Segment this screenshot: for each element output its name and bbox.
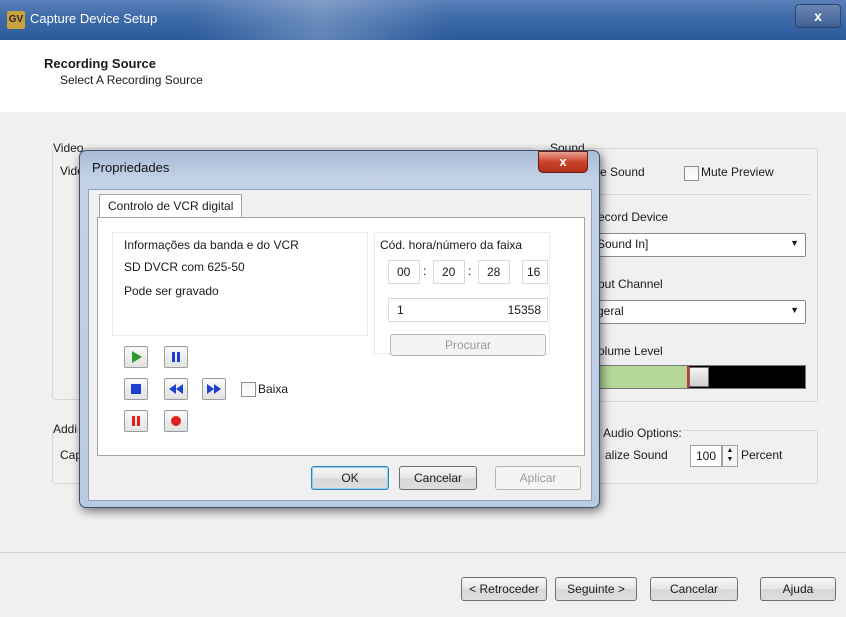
record-pause-icon	[132, 416, 140, 426]
stop-icon	[131, 384, 141, 394]
cancel-button[interactable]: Cancelar	[650, 577, 738, 601]
timecode-seconds: 28	[487, 265, 501, 279]
stop-button[interactable]	[124, 378, 148, 400]
tab-panel: Informações da banda e do VCR SD DVCR co…	[97, 217, 585, 456]
timecode-frames: 16	[527, 265, 541, 279]
apply-button[interactable]: Aplicar	[495, 466, 581, 490]
timecode-separator: :	[423, 264, 427, 278]
additional-group-label: Addi	[53, 422, 78, 436]
timecode-minutes-box: 20	[433, 260, 465, 284]
volume-fill	[591, 366, 689, 388]
page-subtitle: Select A Recording Source	[60, 73, 203, 87]
fast-forward-button[interactable]	[202, 378, 226, 400]
tape-info-heading: Informações da banda e do VCR	[124, 238, 299, 252]
device-name: SD DVCR com 625-50	[124, 260, 245, 274]
track-number-box: 1 15358	[388, 298, 548, 322]
rewind-button[interactable]	[164, 378, 188, 400]
low-speed-label: Baixa	[258, 382, 289, 396]
search-button[interactable]: Procurar	[390, 334, 546, 356]
title-glass-decoration	[190, 0, 450, 40]
next-button[interactable]: Seguinte >	[555, 577, 637, 601]
dialog-title: Propriedades	[92, 160, 170, 175]
chevron-down-icon: ▼	[790, 305, 799, 315]
back-button[interactable]: < Retroceder	[461, 577, 547, 601]
record-pause-button[interactable]	[124, 410, 148, 432]
mute-preview-checkbox[interactable]	[684, 166, 699, 181]
input-channel-value: geral	[597, 304, 624, 318]
sound-divider	[594, 194, 810, 195]
chevron-down-icon: ▼	[790, 238, 799, 248]
percent-input[interactable]: 100	[690, 445, 722, 467]
audio-options-label: Audio Options:	[603, 426, 682, 440]
play-button[interactable]	[124, 346, 148, 368]
record-device-select[interactable]: Sound In] ▼	[590, 233, 806, 257]
dialog-client-area: Controlo de VCR digital Informações da b…	[88, 189, 592, 501]
window-close-button[interactable]: x	[795, 4, 841, 28]
timecode-seconds-box: 28	[478, 260, 510, 284]
record-device-label: ecord Device	[598, 210, 669, 224]
window-title: Capture Device Setup	[30, 11, 158, 26]
timecode-frames-box: 16	[522, 260, 548, 284]
window-title-bar: GV Capture Device Setup x	[0, 0, 846, 40]
timecode-heading: Cód. hora/número da faixa	[380, 238, 523, 252]
track-left-value: 1	[397, 303, 404, 317]
rewind-icon	[169, 384, 183, 394]
volume-level-label: olume Level	[598, 344, 663, 358]
wizard-header: Recording Source Select A Recording Sour…	[0, 40, 846, 113]
timecode-minutes: 20	[442, 265, 456, 279]
recordable-status: Pode ser gravado	[124, 284, 219, 298]
footer-divider	[0, 552, 846, 553]
input-channel-select[interactable]: geral ▼	[590, 300, 806, 324]
timecode-hours: 00	[397, 265, 411, 279]
page-title: Recording Source	[44, 56, 156, 71]
record-button[interactable]	[164, 410, 188, 432]
spin-down-icon[interactable]: ▼	[723, 455, 737, 464]
pause-button[interactable]	[164, 346, 188, 368]
low-speed-checkbox[interactable]	[241, 382, 256, 397]
percent-spinner[interactable]: ▲ ▼	[722, 445, 738, 467]
timecode-hours-box: 00	[388, 260, 420, 284]
pause-icon	[172, 352, 180, 362]
timecode-separator: :	[468, 264, 472, 278]
properties-dialog: Propriedades x Controlo de VCR digital I…	[79, 150, 600, 508]
record-icon	[171, 416, 181, 426]
help-button[interactable]: Ajuda	[760, 577, 836, 601]
input-channel-label: put Channel	[598, 277, 663, 291]
track-right-value: 15358	[507, 303, 541, 317]
spin-up-icon[interactable]: ▲	[723, 446, 737, 455]
volume-slider-thumb[interactable]	[689, 367, 709, 387]
tab-digital-vcr-control[interactable]: Controlo de VCR digital	[99, 194, 243, 217]
ok-button[interactable]: OK	[311, 466, 389, 490]
play-icon	[132, 351, 142, 363]
dialog-close-button[interactable]: x	[538, 151, 588, 173]
app-logo: GV	[7, 11, 25, 29]
volume-meter	[590, 365, 806, 389]
mute-preview-label: Mute Preview	[701, 165, 774, 179]
record-device-value: Sound In]	[597, 237, 649, 251]
capture-sound-checkbox-label[interactable]: re Sound	[596, 165, 645, 179]
fast-forward-icon	[207, 384, 221, 394]
dialog-cancel-button[interactable]: Cancelar	[399, 466, 477, 490]
percent-value: 100	[696, 449, 717, 463]
percent-label: Percent	[741, 448, 783, 462]
normalize-sound-label[interactable]: alize Sound	[605, 448, 668, 462]
